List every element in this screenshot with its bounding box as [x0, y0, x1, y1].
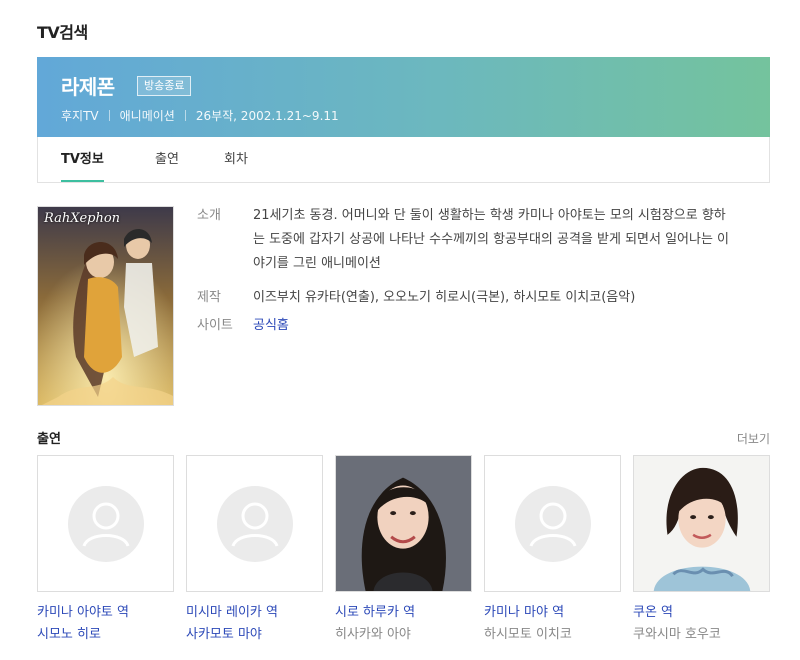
cast-photo[interactable] [37, 455, 174, 592]
section-title: TV검색 [37, 23, 88, 42]
cast-card[interactable]: 카미나 아야토 역 시모노 히로 [37, 455, 174, 644]
program-info: 소개 21세기초 동경. 어머니와 단 둘이 생활하는 학생 카미나 아야토는 … [197, 204, 737, 348]
cast-card[interactable]: 카미나 마야 역 하시모토 이치코 [484, 455, 621, 644]
cast-actor: 쿠와시마 호우코 [633, 627, 721, 642]
tab-bar: TV정보 출연 회차 [37, 137, 770, 183]
cast-photo[interactable] [186, 455, 323, 592]
official-site-link[interactable]: 공식홈 [253, 314, 737, 338]
production-label: 제작 [197, 290, 221, 305]
tab-cast[interactable]: 출연 [155, 137, 179, 182]
cast-card[interactable]: 쿠온 역 쿠와시마 호우코 [633, 455, 770, 644]
meta-genre: 애니메이션 [119, 109, 175, 123]
site-label: 사이트 [197, 318, 233, 333]
more-link[interactable]: 더보기 [737, 430, 770, 447]
program-title[interactable]: 라제폰 [61, 71, 115, 100]
tab-tv-info[interactable]: TV정보 [61, 137, 104, 182]
poster-logo: RahXephon [44, 211, 121, 226]
person-placeholder-icon [514, 485, 591, 562]
cast-role[interactable]: 카미나 아야토 역 [37, 604, 174, 622]
cast-actor[interactable]: 시모노 히로 [37, 626, 174, 644]
tab-episodes[interactable]: 회차 [224, 137, 248, 182]
status-badge: 방송종료 [137, 76, 192, 96]
cast-role[interactable]: 카미나 마야 역 [484, 604, 621, 622]
cast-card[interactable]: 미시마 레이카 역 사카모토 마야 [186, 455, 323, 644]
cast-photo[interactable] [484, 455, 621, 592]
cast-heading: 출연 [37, 432, 61, 447]
person-placeholder-icon [216, 485, 293, 562]
program-meta: 후지TV 애니메이션 26부작, 2002.1.21~9.11 [61, 107, 339, 124]
meta-channel: 후지TV [61, 109, 99, 123]
cast-photo[interactable] [633, 455, 770, 592]
cast-actor: 하시모토 이치코 [484, 627, 572, 642]
synopsis-label: 소개 [197, 208, 221, 223]
synopsis-text: 21세기초 동경. 어머니와 단 둘이 생활하는 학생 카미나 아야토는 모의 … [253, 208, 730, 271]
anime-poster-image [38, 207, 173, 405]
program-banner: 라제폰 방송종료 후지TV 애니메이션 26부작, 2002.1.21~9.11 [37, 57, 770, 137]
cast-photo[interactable] [335, 455, 472, 592]
cast-actor: 히사카와 아야 [335, 627, 411, 642]
production-text: 이즈부치 유카타(연출), 오오노기 히로시(극본), 하시모토 이치코(음악) [253, 290, 636, 305]
actor-portrait-image [336, 456, 471, 591]
meta-divider [108, 110, 110, 121]
cast-card[interactable]: 시로 하루카 역 히사카와 아야 [335, 455, 472, 644]
meta-divider [184, 110, 186, 121]
cast-role[interactable]: 미시마 레이카 역 [186, 604, 323, 622]
person-placeholder-icon [67, 485, 144, 562]
meta-episodes: 26부작, 2002.1.21~9.11 [195, 109, 339, 123]
program-poster[interactable]: RahXephon [37, 206, 174, 406]
actor-portrait-image [634, 456, 769, 591]
cast-role[interactable]: 쿠온 역 [633, 604, 770, 622]
cast-role[interactable]: 시로 하루카 역 [335, 604, 472, 622]
cast-actor[interactable]: 사카모토 마야 [186, 626, 323, 644]
